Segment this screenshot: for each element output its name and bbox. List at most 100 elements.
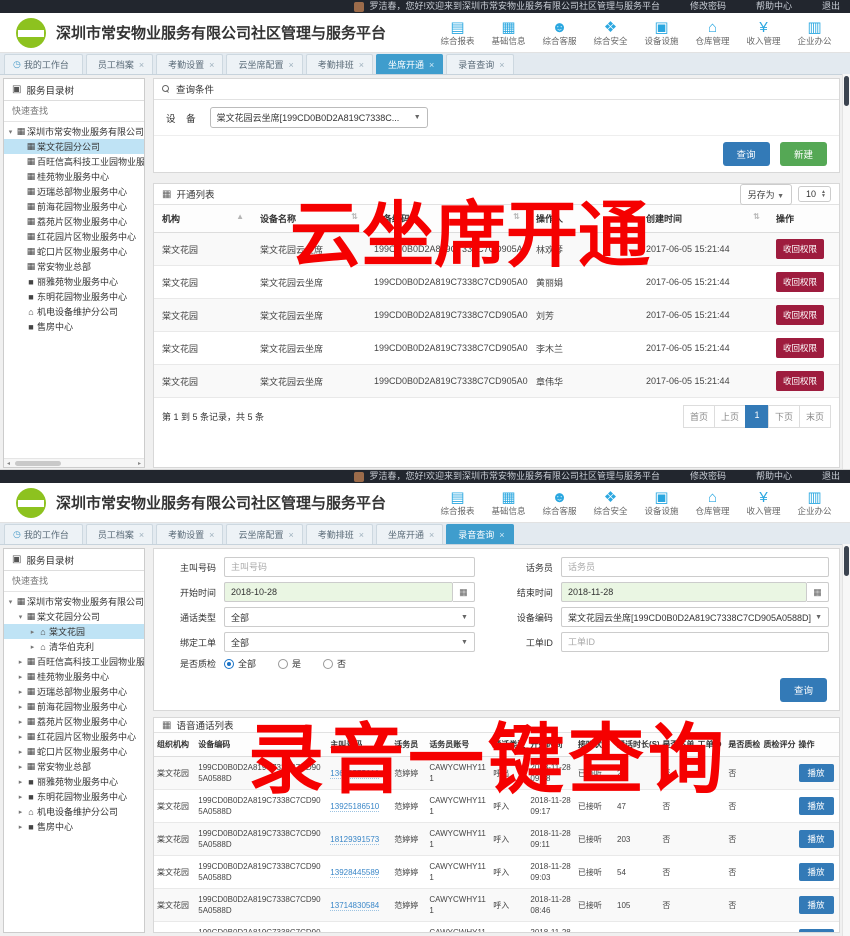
caller-number-link[interactable]: 13928445589	[330, 868, 379, 878]
page-button[interactable]: 首页	[683, 405, 715, 428]
tree-node[interactable]: ▸ ▦ 前海花园物业服务中心	[4, 699, 144, 714]
tree-node[interactable]: ▾ ▦ 深圳市常安物业服务有限公司	[4, 124, 144, 139]
play-button[interactable]: 播放	[799, 929, 834, 933]
column-header[interactable]: 机构▲	[154, 205, 252, 233]
tab-close-icon[interactable]: ×	[429, 60, 434, 70]
tree-search-input[interactable]	[4, 101, 144, 122]
tree-node[interactable]: ▾ ▦ 深圳市常安物业服务有限公司	[4, 594, 144, 609]
play-button[interactable]: 播放	[799, 797, 834, 815]
revoke-permission-button[interactable]: 收回权限	[776, 371, 824, 391]
revoke-permission-button[interactable]: 收回权限	[776, 305, 824, 325]
column-header[interactable]: 组织机构	[154, 733, 195, 757]
tab-close-icon[interactable]: ×	[359, 530, 364, 540]
sort-icon[interactable]: ⇅	[623, 212, 630, 221]
tab-close-icon[interactable]: ×	[209, 60, 214, 70]
scroll-right-icon[interactable]: ▸	[135, 460, 144, 467]
column-header[interactable]: 话务员	[391, 733, 426, 757]
column-header[interactable]: 主叫号码	[327, 733, 391, 757]
page-button[interactable]: 上页	[714, 405, 746, 428]
page-button[interactable]: 下页	[768, 405, 800, 428]
sort-icon[interactable]: ⇅	[753, 212, 760, 221]
column-header[interactable]: 工单ID	[694, 733, 725, 757]
scrollbar-thumb[interactable]	[844, 76, 849, 106]
column-header[interactable]: 设备名称⇅	[252, 205, 366, 233]
tab[interactable]: 考勤排班 ×	[306, 54, 373, 74]
tree-node[interactable]: ▸ ▦ 桂苑物业服务中心	[4, 669, 144, 684]
tree-node[interactable]: ▾ ▦ 棠文花园分公司	[4, 609, 144, 624]
expand-arrow-icon[interactable]: ▾	[16, 613, 25, 621]
menu-item[interactable]: ❖ 综合安全	[585, 490, 636, 516]
tree-node[interactable]: ▸ ▦ 百旺信高科技工业园物业服务中心	[4, 654, 144, 669]
radio-icon[interactable]	[224, 659, 234, 669]
caller-number-link[interactable]: 13602575610	[330, 769, 379, 779]
scroll-left-icon[interactable]: ◂	[4, 460, 13, 467]
help-center-link[interactable]: 帮助中心	[756, 0, 792, 13]
menu-item[interactable]: ▥ 企业办公	[789, 490, 840, 516]
tab-close-icon[interactable]: ×	[139, 60, 144, 70]
caller-number-link[interactable]: 13925186510	[330, 802, 379, 812]
tab[interactable]: 考勤设置 ×	[156, 54, 223, 74]
tab[interactable]: 云坐席配置 ×	[226, 524, 302, 544]
tree-node[interactable]: ▸ ⌂ 棠文花园	[4, 624, 144, 639]
tab-close-icon[interactable]: ×	[499, 60, 504, 70]
expand-arrow-icon[interactable]: ▸	[16, 748, 25, 756]
search-button[interactable]: 查询	[780, 678, 827, 702]
calendar-icon[interactable]: ▦	[807, 582, 829, 602]
expand-arrow-icon[interactable]: ▾	[6, 128, 15, 136]
device-code-select[interactable]: 棠文花园云坐席[199CD0B0D2A819C7338C7CD905A0588D…	[561, 607, 829, 627]
menu-item[interactable]: ☻ 综合客服	[534, 20, 585, 46]
tree-node[interactable]: ▦ 百旺信高科技工业园物业服务中心	[4, 154, 144, 169]
tab[interactable]: 员工档案 ×	[86, 54, 153, 74]
column-header[interactable]: 操作人⇅	[528, 205, 638, 233]
vertical-scrollbar[interactable]	[842, 544, 850, 936]
column-header[interactable]: 是否质检	[725, 733, 760, 757]
column-header[interactable]: 操作	[768, 205, 840, 233]
tree-node[interactable]: ▸ ▦ 常安物业总部	[4, 759, 144, 774]
tab-close-icon[interactable]: ×	[288, 60, 293, 70]
tree-node[interactable]: ■ 丽雅苑物业服务中心	[4, 274, 144, 289]
menu-item[interactable]: ▣ 设备设施	[636, 20, 687, 46]
scroll-thumb[interactable]	[15, 461, 61, 466]
tree-node[interactable]: ▦ 荔苑片区物业服务中心	[4, 214, 144, 229]
spinner-arrows-icon[interactable]: ▲▼	[821, 190, 826, 198]
column-header[interactable]: 通话类型	[490, 733, 527, 757]
page-button[interactable]: 1	[745, 405, 769, 428]
tab[interactable]: ◷ 我的工作台	[4, 524, 83, 544]
menu-item[interactable]: ▤ 综合报表	[432, 20, 483, 46]
tree-node[interactable]: ▦ 棠文花园分公司	[4, 139, 144, 154]
tree-node[interactable]: ▸ ■ 售房中心	[4, 819, 144, 834]
radio-icon[interactable]	[278, 659, 288, 669]
menu-item[interactable]: ⌂ 仓库管理	[687, 20, 738, 46]
column-header[interactable]: 操作	[796, 733, 839, 757]
tree-hscrollbar[interactable]: ◂ ▸	[4, 458, 144, 467]
new-button[interactable]: 新建	[780, 142, 827, 166]
caller-number-link[interactable]: 18129391573	[330, 835, 379, 845]
radio-option[interactable]: 全部	[224, 657, 256, 670]
tab[interactable]: 考勤排班 ×	[306, 524, 373, 544]
expand-arrow-icon[interactable]: ▸	[16, 688, 25, 696]
tab-close-icon[interactable]: ×	[288, 530, 293, 540]
sort-icon[interactable]: ⇅	[351, 212, 358, 221]
tab-close-icon[interactable]: ×	[359, 60, 364, 70]
menu-item[interactable]: ▤ 综合报表	[432, 490, 483, 516]
play-button[interactable]: 播放	[799, 764, 834, 782]
radio-option[interactable]: 是	[278, 657, 301, 670]
expand-arrow-icon[interactable]: ▸	[28, 643, 37, 651]
expand-arrow-icon[interactable]: ▸	[16, 733, 25, 741]
logout-link[interactable]: 退出	[822, 0, 840, 13]
device-select[interactable]: 棠文花园云坐席[199CD0B0D2A819C7338C... ▼	[210, 107, 428, 128]
tab[interactable]: ◷ 我的工作台	[4, 54, 83, 74]
tree-search-input[interactable]	[4, 571, 144, 592]
sort-icon[interactable]: ⇅	[513, 212, 520, 221]
end-date-input[interactable]	[561, 582, 807, 602]
calendar-icon[interactable]: ▦	[453, 582, 475, 602]
menu-item[interactable]: ¥ 收入管理	[738, 490, 789, 516]
tab-close-icon[interactable]: ×	[429, 530, 434, 540]
tab-close-icon[interactable]: ×	[139, 530, 144, 540]
menu-item[interactable]: ▣ 设备设施	[636, 490, 687, 516]
bind-workorder-select[interactable]: 全部▼	[224, 632, 475, 652]
tree-node[interactable]: ▸ ▦ 荔苑片区物业服务中心	[4, 714, 144, 729]
page-button[interactable]: 末页	[799, 405, 831, 428]
tab[interactable]: 录音查询 ×	[446, 524, 513, 544]
column-header[interactable]: 设备编码⇅	[366, 205, 528, 233]
